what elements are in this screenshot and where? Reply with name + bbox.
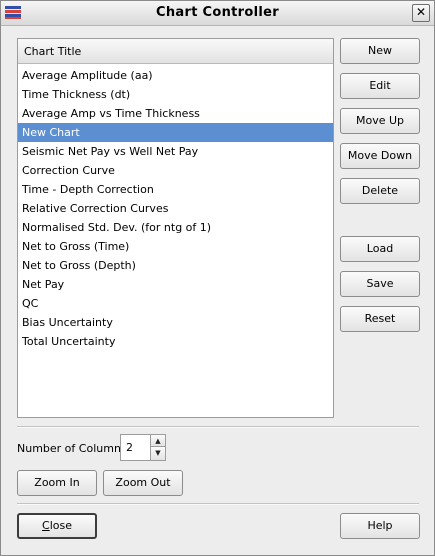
divider-bottom	[17, 503, 419, 505]
close-mnemonic: C	[42, 519, 50, 532]
divider-top	[17, 426, 419, 428]
zoom-out-button[interactable]: Zoom Out	[103, 470, 183, 496]
save-button[interactable]: Save	[340, 271, 420, 297]
list-item[interactable]: Net to Gross (Time)	[18, 237, 333, 256]
list-item[interactable]: New Chart	[18, 123, 333, 142]
load-button[interactable]: Load	[340, 236, 420, 262]
close-label-rest: lose	[49, 519, 72, 532]
spin-up-arrow-icon[interactable]: ▲	[150, 435, 165, 447]
list-item[interactable]: Bias Uncertainty	[18, 313, 333, 332]
list-item[interactable]: Relative Correction Curves	[18, 199, 333, 218]
number-of-columns-label: Number of Columns	[17, 442, 127, 455]
help-button[interactable]: Help	[340, 513, 420, 539]
spin-down-arrow-icon[interactable]: ▼	[150, 447, 165, 460]
title-bar[interactable]: Chart Controller ✕	[1, 1, 434, 26]
reset-button[interactable]: Reset	[340, 306, 420, 332]
new-button[interactable]: New	[340, 38, 420, 64]
delete-button[interactable]: Delete	[340, 178, 420, 204]
list-item[interactable]: Correction Curve	[18, 161, 333, 180]
number-of-columns-value[interactable]: 2	[126, 441, 133, 454]
close-icon[interactable]: ✕	[412, 4, 430, 22]
chart-list[interactable]: Chart Title Average Amplitude (aa) Time T…	[17, 38, 334, 418]
chart-list-rows: Average Amplitude (aa) Time Thickness (dt…	[18, 66, 333, 351]
list-item[interactable]: Time - Depth Correction	[18, 180, 333, 199]
list-item[interactable]: QC	[18, 294, 333, 313]
list-item[interactable]: Net to Gross (Depth)	[18, 256, 333, 275]
list-item[interactable]: Total Uncertainty	[18, 332, 333, 351]
window-title: Chart Controller	[156, 5, 279, 20]
list-item[interactable]: Time Thickness (dt)	[18, 85, 333, 104]
list-item[interactable]: Average Amplitude (aa)	[18, 66, 333, 85]
zoom-in-button[interactable]: Zoom In	[17, 470, 97, 496]
number-of-columns-spinner[interactable]: 2 ▲ ▼	[120, 434, 166, 461]
move-down-button[interactable]: Move Down	[340, 143, 420, 169]
list-item[interactable]: Normalised Std. Dev. (for ntg of 1)	[18, 218, 333, 237]
list-item[interactable]: Seismic Net Pay vs Well Net Pay	[18, 142, 333, 161]
column-header-chart-title[interactable]: Chart Title	[18, 39, 333, 64]
close-button[interactable]: Close	[17, 513, 97, 539]
move-up-button[interactable]: Move Up	[340, 108, 420, 134]
chart-controller-window: Chart Controller ✕ Chart Title Average A…	[0, 0, 435, 556]
edit-button[interactable]: Edit	[340, 73, 420, 99]
list-item[interactable]: Net Pay	[18, 275, 333, 294]
list-item[interactable]: Average Amp vs Time Thickness	[18, 104, 333, 123]
